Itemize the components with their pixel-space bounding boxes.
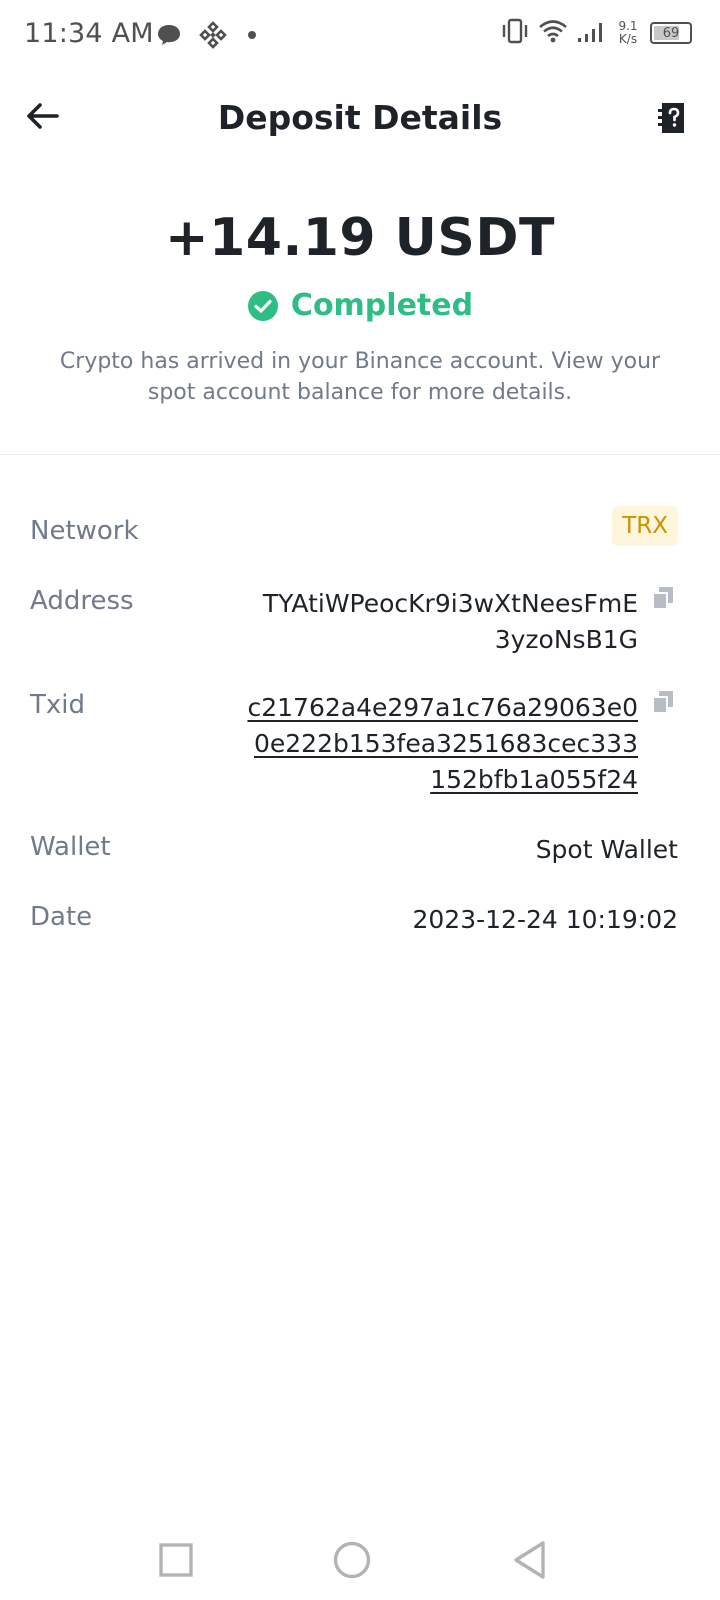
status-bar: 11:34 AM 9.1 K/s 69 — [0, 0, 720, 72]
address-value: TYAtiWPeocKr9i3wXtNeesFmE3yzoNsB1G — [262, 589, 638, 654]
page-header: Deposit Details — [0, 84, 720, 148]
address-value-group: TYAtiWPeocKr9i3wXtNeesFmE3yzoNsB1G — [258, 586, 678, 658]
status-time: 11:34 AM — [24, 18, 154, 49]
help-button[interactable] — [648, 94, 696, 142]
copy-icon — [652, 691, 673, 714]
copy-txid-button[interactable] — [648, 690, 678, 720]
vibrate-icon — [500, 18, 530, 48]
txid-link[interactable]: c21762a4e297a1c76a29063e00e222b153fea325… — [246, 690, 638, 798]
network-label: Network — [30, 516, 139, 546]
status-description: Crypto has arrived in your Binance accou… — [59, 349, 661, 405]
deposit-status: Completed — [0, 288, 720, 323]
detail-row-address: Address TYAtiWPeocKr9i3wXtNeesFmE3yzoNsB… — [30, 586, 678, 666]
system-navigation-bar — [0, 1516, 720, 1600]
help-document-icon — [658, 103, 684, 133]
back-nav-button[interactable] — [506, 1536, 554, 1584]
status-notification-icons — [156, 20, 260, 54]
check-circle-icon — [247, 290, 278, 321]
net-speed: 9.1 K/s — [614, 20, 642, 46]
status-system-icons: 9.1 K/s 69 — [500, 18, 692, 48]
dot-icon — [244, 27, 260, 47]
wifi-icon — [538, 18, 568, 48]
detail-row-date: Date 2023-12-24 10:19:02 — [30, 902, 678, 942]
deposit-amount: +14.19 USDT — [165, 208, 555, 268]
address-label: Address — [30, 586, 134, 616]
wallet-value: Spot Wallet — [535, 835, 678, 864]
binance-icon — [198, 20, 228, 54]
triangle-back-icon — [514, 1541, 545, 1579]
wallet-label: Wallet — [30, 832, 111, 862]
copy-address-button[interactable] — [648, 586, 678, 616]
divider — [0, 454, 720, 455]
copy-icon — [652, 587, 673, 610]
status-label: Completed — [290, 288, 474, 323]
battery-icon: 69 — [650, 22, 692, 44]
message-icon — [156, 23, 182, 51]
square-icon — [159, 1543, 193, 1577]
txid-value-group: c21762a4e297a1c76a29063e00e222b153fea325… — [246, 690, 678, 798]
net-speed-unit: K/s — [618, 32, 638, 46]
detail-row-wallet: Wallet Spot Wallet — [30, 832, 678, 872]
signal-icon — [576, 18, 606, 48]
page-title: Deposit Details — [217, 98, 503, 137]
battery-level: 69 — [662, 25, 680, 41]
network-tag: TRX — [612, 506, 678, 546]
date-label: Date — [30, 902, 93, 932]
detail-row-txid: Txid c21762a4e297a1c76a29063e00e222b153f… — [30, 690, 678, 806]
detail-row-network: Network TRX — [30, 506, 678, 556]
txid-label: Txid — [30, 690, 85, 720]
home-button[interactable] — [328, 1536, 376, 1584]
recent-apps-button[interactable] — [152, 1536, 200, 1584]
circle-icon — [333, 1541, 371, 1579]
date-value: 2023-12-24 10:19:02 — [412, 905, 678, 934]
